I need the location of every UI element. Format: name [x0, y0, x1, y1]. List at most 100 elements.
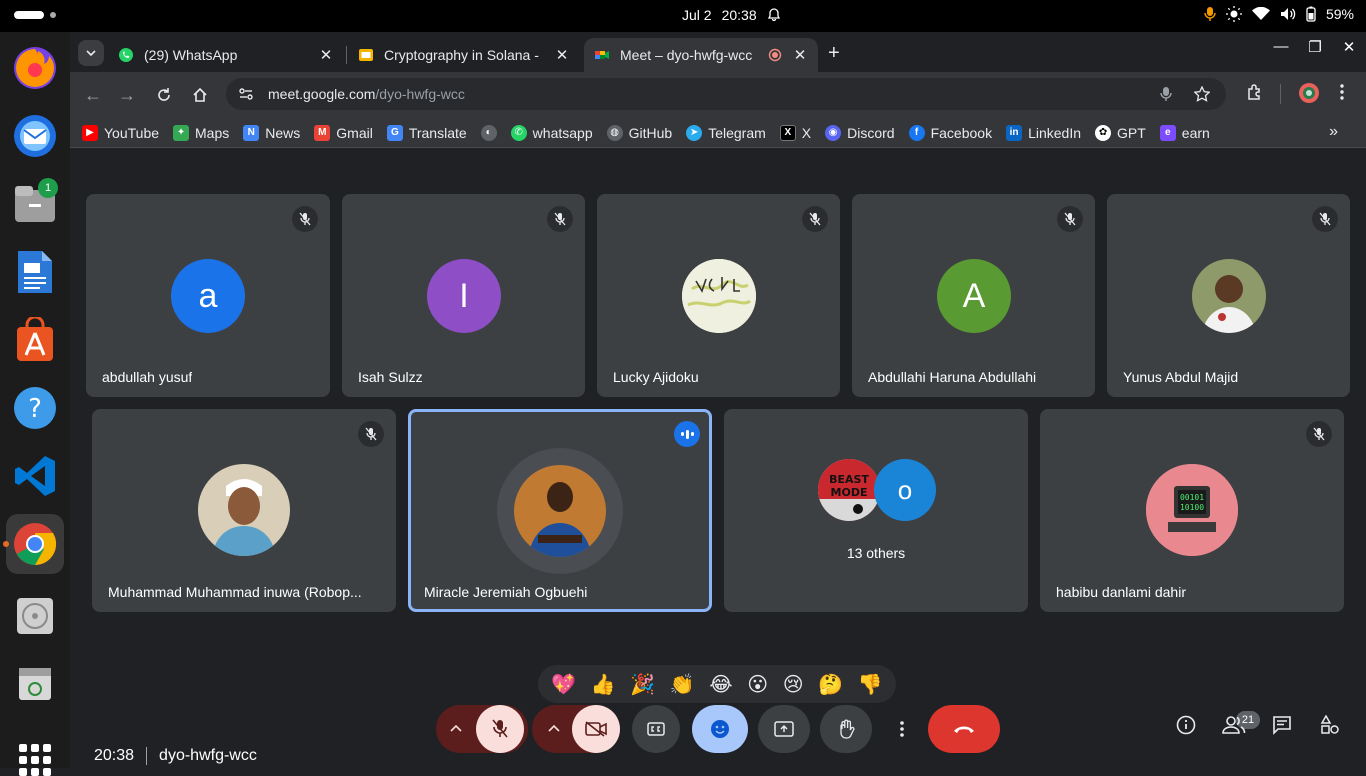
- tab-cryptography-slides[interactable]: Cryptography in Solana - ✕: [348, 38, 580, 72]
- bookmark-x[interactable]: XX: [779, 124, 811, 141]
- writer-launcher[interactable]: [6, 242, 64, 302]
- bookmark-news[interactable]: N News: [243, 124, 300, 141]
- participant-tile[interactable]: Yunus Abdul Majid: [1107, 194, 1350, 397]
- bookmark-star-icon[interactable]: [1194, 86, 1210, 102]
- bookmark-label: LinkedIn: [1028, 124, 1082, 141]
- tab-search-button[interactable]: [78, 40, 104, 66]
- activities-button[interactable]: [14, 11, 56, 19]
- others-tile[interactable]: BEAST MODE o 13 others: [724, 409, 1028, 612]
- participant-tile[interactable]: a abdullah yusuf: [86, 194, 330, 397]
- close-tab-icon[interactable]: ✕: [792, 46, 808, 64]
- activities-icon[interactable]: [1320, 715, 1340, 735]
- chrome-launcher[interactable]: [3, 514, 64, 574]
- kebab-menu-icon[interactable]: [1340, 84, 1344, 100]
- home-icon[interactable]: [192, 87, 208, 103]
- bookmark-earn[interactable]: e earn: [1159, 124, 1210, 141]
- forward-button[interactable]: →: [118, 85, 136, 106]
- microphone-toggle-button[interactable]: [476, 705, 524, 753]
- bookmark-linkedin[interactable]: in LinkedIn: [1006, 124, 1082, 141]
- bookmark-maps[interactable]: ✦ Maps: [173, 124, 229, 141]
- reaction-heart-button[interactable]: 💖: [551, 672, 576, 697]
- profile-avatar-icon[interactable]: [1298, 82, 1320, 104]
- close-tab-icon[interactable]: ✕: [554, 46, 570, 64]
- trash-launcher[interactable]: [6, 652, 64, 712]
- system-clock[interactable]: Jul 2 20:38: [682, 7, 781, 23]
- reload-icon[interactable]: [156, 87, 172, 103]
- participant-tile-active-speaker[interactable]: Miracle Jeremiah Ogbuehi: [408, 409, 712, 612]
- browser-toolbar: ← → meet.google.com/dyo-hwfg-wcc: [70, 72, 1366, 118]
- captions-button[interactable]: [632, 705, 680, 753]
- avatar-photo: [1192, 259, 1266, 333]
- firefox-launcher[interactable]: [6, 38, 64, 98]
- avatar-photo: BEAST MODE: [818, 459, 880, 521]
- participant-tile[interactable]: 00101 10100 habibu danlami dahir: [1040, 409, 1344, 612]
- back-button[interactable]: ←: [84, 85, 102, 106]
- bookmark-youtube[interactable]: ▶ YouTube: [82, 124, 159, 141]
- bookmark-label: Facebook: [930, 124, 993, 141]
- vscode-launcher[interactable]: [6, 446, 64, 506]
- raise-hand-button[interactable]: [820, 705, 872, 753]
- muted-mic-icon: [1312, 206, 1338, 232]
- bookmark-telegram[interactable]: ➤ Telegram: [686, 124, 766, 141]
- disc-launcher[interactable]: [6, 586, 64, 646]
- tab-title: Cryptography in Solana -: [384, 47, 539, 63]
- system-tray[interactable]: 59%: [1204, 6, 1354, 22]
- bookmark-github[interactable]: ◍ GitHub: [606, 124, 672, 141]
- reaction-thumbs-up-button[interactable]: 👍: [591, 672, 616, 697]
- leave-call-button[interactable]: [928, 705, 1000, 753]
- close-tab-icon[interactable]: ✕: [318, 46, 334, 64]
- reaction-party-button[interactable]: 🎉: [630, 672, 655, 697]
- audio-options-chevron-icon[interactable]: [450, 719, 462, 737]
- chat-icon[interactable]: [1272, 715, 1292, 735]
- camera-off-icon: [585, 721, 607, 737]
- reaction-thumbs-down-button[interactable]: 👎: [858, 672, 883, 697]
- reaction-surprised-button[interactable]: 😮: [747, 672, 768, 697]
- reaction-thinking-button[interactable]: 🤔: [818, 672, 843, 697]
- extensions-icon[interactable]: [1246, 84, 1264, 102]
- bookmark-facebook[interactable]: f Facebook: [908, 124, 993, 141]
- app-center-launcher[interactable]: [6, 310, 64, 370]
- close-window-button[interactable]: ✕: [1332, 38, 1366, 56]
- voice-search-icon[interactable]: [1160, 86, 1172, 102]
- bookmark-discord[interactable]: ◉ Discord: [825, 124, 895, 141]
- tab-meet[interactable]: Meet – dyo-hwfg-wcc ✕: [584, 38, 818, 72]
- people-icon[interactable]: [1222, 715, 1246, 735]
- globe-icon: ◐: [480, 124, 497, 141]
- avatar: I: [427, 259, 501, 333]
- avatar-speaking-ring: [497, 448, 623, 574]
- muted-mic-icon: [1057, 206, 1083, 232]
- camera-toggle-button[interactable]: [572, 705, 620, 753]
- participant-tile[interactable]: I Isah Sulzz: [342, 194, 585, 397]
- thunderbird-launcher[interactable]: [6, 106, 64, 166]
- reaction-laugh-button[interactable]: 😂: [709, 672, 732, 697]
- bookmark-globe[interactable]: ◐: [480, 124, 497, 141]
- site-settings-icon[interactable]: [238, 86, 254, 102]
- show-apps-button[interactable]: [19, 744, 51, 776]
- tab-strip: (29) WhatsApp ✕ Cryptography in Solana -…: [70, 32, 1366, 72]
- new-tab-button[interactable]: +: [828, 42, 840, 65]
- help-launcher[interactable]: ?: [6, 378, 64, 438]
- more-options-button[interactable]: [888, 705, 916, 753]
- news-icon: N: [243, 124, 260, 141]
- reaction-sad-button[interactable]: 😢: [783, 672, 804, 697]
- video-options-chevron-icon[interactable]: [548, 719, 560, 737]
- bookmark-translate[interactable]: G Translate: [386, 124, 467, 141]
- meeting-info: 20:38 dyo-hwfg-wcc: [94, 747, 257, 765]
- vscode-icon: [15, 456, 55, 496]
- bookmark-gmail[interactable]: M Gmail: [314, 124, 373, 141]
- present-screen-button[interactable]: [758, 705, 810, 753]
- reaction-clap-button[interactable]: 👏: [670, 672, 695, 697]
- minimize-button[interactable]: —: [1264, 38, 1298, 56]
- tab-whatsapp[interactable]: (29) WhatsApp ✕: [108, 38, 344, 72]
- participant-tile[interactable]: Lucky Ajidoku: [597, 194, 840, 397]
- maximize-button[interactable]: ❐: [1298, 38, 1332, 56]
- bookmark-whatsapp[interactable]: ✆ whatsapp: [510, 124, 593, 141]
- bookmark-gpt[interactable]: ✿ GPT: [1095, 124, 1146, 141]
- participant-tile[interactable]: Muhammad Muhammad inuwa (Robop...: [92, 409, 396, 612]
- emoji-reactions-button[interactable]: [692, 705, 748, 753]
- address-bar[interactable]: meet.google.com/dyo-hwfg-wcc: [226, 78, 1226, 110]
- meeting-details-icon[interactable]: [1176, 715, 1196, 735]
- files-launcher[interactable]: 1: [6, 174, 64, 234]
- participant-tile[interactable]: A Abdullahi Haruna Abdullahi: [852, 194, 1095, 397]
- more-bookmarks-icon[interactable]: »: [1329, 123, 1338, 141]
